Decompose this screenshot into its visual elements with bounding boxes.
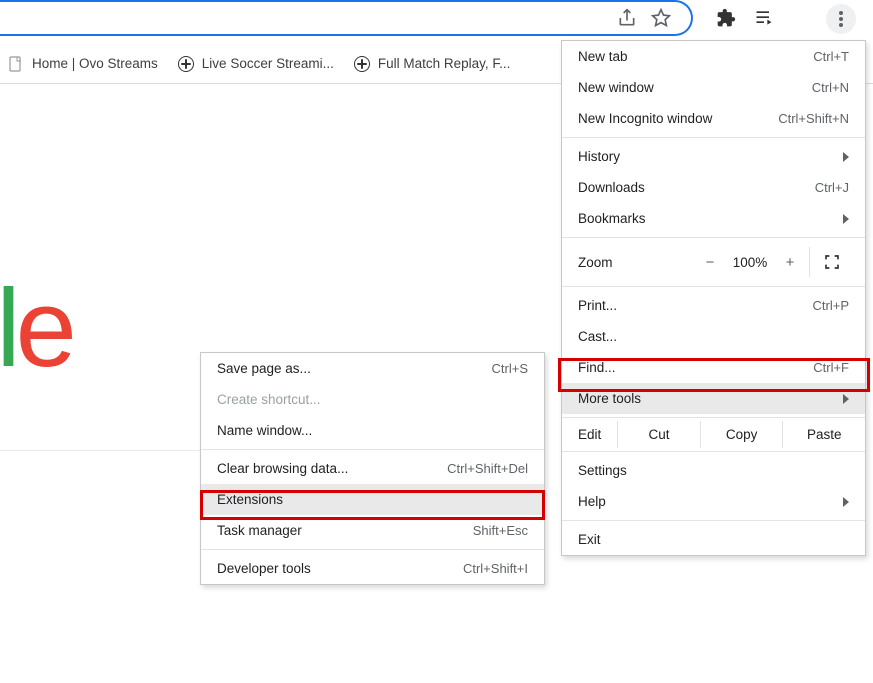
menu-exit[interactable]: Exit — [562, 524, 865, 555]
google-logo-fragment: gle — [0, 265, 72, 392]
menu-label: Developer tools — [217, 561, 311, 576]
address-bar-outline — [0, 0, 693, 36]
bookmark-label: Live Soccer Streami... — [202, 56, 334, 71]
chevron-right-icon — [843, 497, 849, 507]
menu-label: Create shortcut... — [217, 392, 321, 407]
chevron-right-icon — [843, 394, 849, 404]
menu-label: Settings — [578, 463, 627, 478]
menu-help[interactable]: Help — [562, 486, 865, 517]
submenu-clear-browsing-data[interactable]: Clear browsing data... Ctrl+Shift+Del — [201, 453, 544, 484]
page-icon — [8, 56, 24, 72]
menu-label: Task manager — [217, 523, 302, 538]
extensions-puzzle-icon[interactable] — [716, 8, 736, 28]
menu-find[interactable]: Find... Ctrl+F — [562, 352, 865, 383]
shortcut-text: Ctrl+F — [813, 360, 849, 375]
menu-label: New window — [578, 80, 654, 95]
submenu-extensions[interactable]: Extensions — [201, 484, 544, 515]
menu-label: Zoom — [578, 255, 695, 270]
chevron-right-icon — [843, 152, 849, 162]
separator — [562, 286, 865, 287]
bookmark-item[interactable]: Home | Ovo Streams — [8, 56, 158, 72]
shortcut-text: Ctrl+J — [815, 180, 849, 195]
separator — [562, 237, 865, 238]
edit-cut[interactable]: Cut — [617, 421, 700, 448]
menu-incognito[interactable]: New Incognito window Ctrl+Shift+N — [562, 103, 865, 134]
submenu-name-window[interactable]: Name window... — [201, 415, 544, 446]
menu-print[interactable]: Print... Ctrl+P — [562, 290, 865, 321]
zoom-out-button[interactable]: − — [695, 254, 725, 271]
menu-label: Exit — [578, 532, 601, 547]
soccer-ball-icon — [354, 56, 370, 72]
menu-label: Downloads — [578, 180, 645, 195]
shortcut-text: Ctrl+T — [813, 49, 849, 64]
shortcut-text: Ctrl+S — [492, 361, 528, 376]
bookmark-item[interactable]: Full Match Replay, F... — [354, 56, 511, 72]
menu-bookmarks[interactable]: Bookmarks — [562, 203, 865, 234]
menu-new-window[interactable]: New window Ctrl+N — [562, 72, 865, 103]
share-icon[interactable] — [617, 8, 637, 28]
menu-label: Cast... — [578, 329, 617, 344]
menu-more-tools[interactable]: More tools — [562, 383, 865, 414]
bookmark-item[interactable]: Live Soccer Streami... — [178, 56, 334, 72]
menu-label: Clear browsing data... — [217, 461, 348, 476]
menu-label: History — [578, 149, 620, 164]
bookmark-label: Full Match Replay, F... — [378, 56, 511, 71]
submenu-task-manager[interactable]: Task manager Shift+Esc — [201, 515, 544, 546]
menu-zoom: Zoom − 100% + — [562, 241, 865, 283]
shortcut-text: Ctrl+Shift+I — [463, 561, 528, 576]
separator — [201, 549, 544, 550]
divider — [0, 450, 200, 451]
menu-label: New tab — [578, 49, 628, 64]
separator — [562, 417, 865, 418]
separator — [201, 449, 544, 450]
menu-settings[interactable]: Settings — [562, 455, 865, 486]
menu-new-tab[interactable]: New tab Ctrl+T — [562, 41, 865, 72]
fullscreen-button[interactable] — [809, 247, 853, 277]
menu-label: Print... — [578, 298, 617, 313]
reading-list-icon[interactable] — [753, 8, 775, 28]
shortcut-text: Ctrl+N — [812, 80, 849, 95]
star-icon[interactable] — [651, 8, 671, 28]
menu-label: Bookmarks — [578, 211, 646, 226]
menu-label: New Incognito window — [578, 111, 712, 126]
menu-label: Extensions — [217, 492, 283, 507]
chrome-menu-button[interactable] — [826, 4, 856, 34]
menu-label: Help — [578, 494, 606, 509]
submenu-save-page[interactable]: Save page as... Ctrl+S — [201, 353, 544, 384]
submenu-developer-tools[interactable]: Developer tools Ctrl+Shift+I — [201, 553, 544, 584]
shortcut-text: Ctrl+Shift+N — [778, 111, 849, 126]
edit-copy[interactable]: Copy — [700, 421, 783, 448]
shortcut-text: Shift+Esc — [473, 523, 528, 538]
menu-label: Name window... — [217, 423, 312, 438]
bookmark-label: Home | Ovo Streams — [32, 56, 158, 71]
menu-edit-row: Edit Cut Copy Paste — [562, 421, 865, 448]
shortcut-text: Ctrl+P — [813, 298, 849, 313]
chevron-right-icon — [843, 214, 849, 224]
zoom-value: 100% — [725, 255, 775, 270]
menu-history[interactable]: History — [562, 141, 865, 172]
separator — [562, 451, 865, 452]
menu-cast[interactable]: Cast... — [562, 321, 865, 352]
menu-label: Edit — [562, 421, 617, 448]
separator — [562, 520, 865, 521]
edit-paste[interactable]: Paste — [782, 421, 865, 448]
shortcut-text: Ctrl+Shift+Del — [447, 461, 528, 476]
more-tools-submenu: Save page as... Ctrl+S Create shortcut..… — [200, 352, 545, 585]
soccer-ball-icon — [178, 56, 194, 72]
menu-label: More tools — [578, 391, 641, 406]
zoom-in-button[interactable]: + — [775, 254, 805, 271]
menu-label: Find... — [578, 360, 616, 375]
chrome-main-menu: New tab Ctrl+T New window Ctrl+N New Inc… — [561, 40, 866, 556]
menu-label: Save page as... — [217, 361, 311, 376]
submenu-create-shortcut: Create shortcut... — [201, 384, 544, 415]
separator — [562, 137, 865, 138]
menu-downloads[interactable]: Downloads Ctrl+J — [562, 172, 865, 203]
